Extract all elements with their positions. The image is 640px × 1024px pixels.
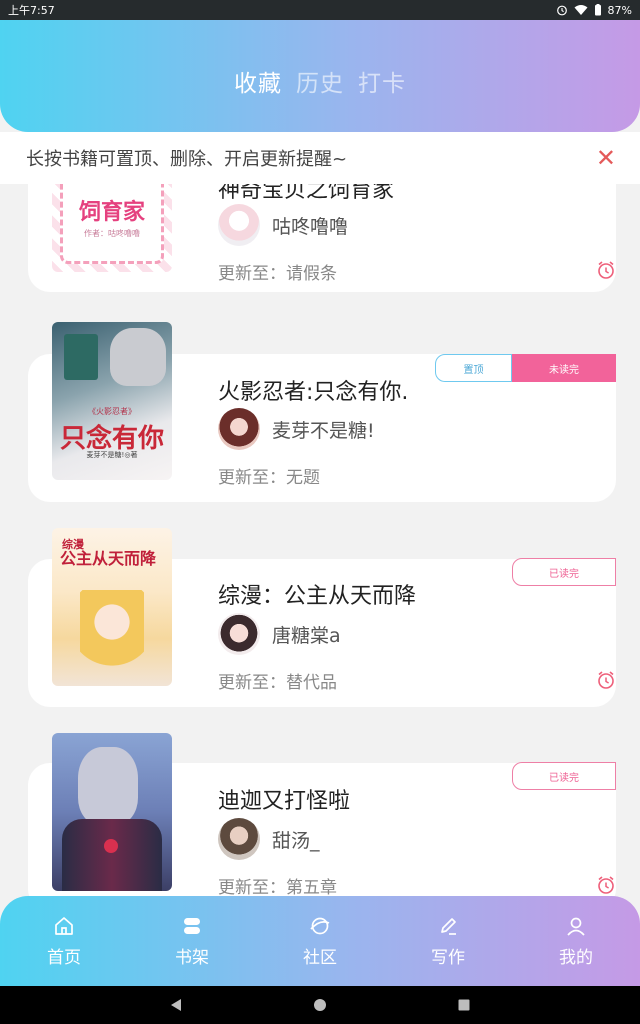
system-nav-bar xyxy=(0,986,640,1024)
tab-checkin[interactable]: 打卡 xyxy=(358,64,406,98)
update-label: 更新至： xyxy=(218,468,286,488)
nav-label: 写作 xyxy=(431,947,465,968)
pinned-badge: 置顶 xyxy=(435,354,512,382)
book-title[interactable]: 迪迦又打怪啦 xyxy=(218,783,350,815)
cover-series: 《火影忍者》 xyxy=(88,407,136,416)
tab-history[interactable]: 历史 xyxy=(296,64,344,98)
bookshelf-list[interactable]: 饲育家 作者：咕咚噜噜 神奇宝贝之饲育家 咕咚噜噜 更新至：请假条 《火影忍者》… xyxy=(0,184,640,896)
author-row: 麦芽不是糖! xyxy=(218,408,375,450)
book-cover[interactable]: 综漫 公主从天而降 xyxy=(52,528,172,686)
top-header: 收藏 历史 打卡 xyxy=(0,20,640,132)
author-avatar xyxy=(218,204,260,246)
book-cover[interactable]: 《火影忍者》 只念有你 麦芽不是糖!◎著 xyxy=(52,322,172,480)
read-badge: 已读完 xyxy=(512,558,616,586)
status-bar: 上午7:57 87% xyxy=(0,0,640,20)
book-title[interactable]: 综漫：公主从天而降 xyxy=(218,578,416,610)
tab-favorites[interactable]: 收藏 xyxy=(234,64,282,98)
battery-icon xyxy=(594,4,601,16)
status-icons: 87% xyxy=(556,4,632,17)
author-avatar xyxy=(218,818,260,860)
update-chapter: 无题 xyxy=(286,468,320,488)
tip-banner: 长按书籍可置顶、删除、开启更新提醒~ ✕ xyxy=(0,132,640,184)
book-cover[interactable]: 饲育家 作者：咕咚噜噜 xyxy=(52,184,172,272)
cover-author: 麦芽不是糖!◎著 xyxy=(86,451,138,459)
back-icon[interactable] xyxy=(169,998,183,1012)
tab-bar: 收藏 历史 打卡 xyxy=(0,64,640,98)
nav-bookshelf[interactable]: 书架 xyxy=(142,915,242,968)
nav-write[interactable]: 写作 xyxy=(398,915,498,968)
read-badge: 已读完 xyxy=(512,762,616,790)
author-name: 甜汤_ xyxy=(272,829,320,852)
update-info: 更新至：请假条 xyxy=(218,259,337,284)
user-icon xyxy=(567,917,585,936)
update-info: 更新至：第五章 xyxy=(218,873,337,896)
author-row: 咕咚噜噜 xyxy=(218,204,348,246)
author-row: 唐糖棠a xyxy=(218,613,341,655)
book-title[interactable]: 火影忍者:只念有你. xyxy=(218,374,408,406)
nav-label: 我的 xyxy=(559,947,593,968)
battery-percent: 87% xyxy=(607,3,632,17)
reminder-clock-icon[interactable] xyxy=(596,260,616,280)
status-time: 上午7:57 xyxy=(8,4,55,17)
wifi-icon xyxy=(574,5,588,15)
author-name: 咕咚噜噜 xyxy=(272,215,349,238)
update-info: 更新至：无题 xyxy=(218,463,320,488)
reminder-clock-icon[interactable] xyxy=(596,670,616,690)
nav-label: 社区 xyxy=(303,947,337,968)
unread-badge: 未读完 xyxy=(512,354,616,382)
update-info: 更新至：替代品 xyxy=(218,668,337,693)
cover-title: 饲育家 xyxy=(78,200,145,225)
book-cover[interactable] xyxy=(52,733,172,891)
bottom-nav: 首页 书架 社区 写作 我的 xyxy=(0,896,640,986)
nav-label: 首页 xyxy=(47,947,81,968)
update-chapter: 第五章 xyxy=(286,878,337,896)
book-title[interactable]: 神奇宝贝之饲育家 xyxy=(218,184,394,204)
nav-community[interactable]: 社区 xyxy=(270,915,370,968)
author-avatar xyxy=(218,613,260,655)
nav-home[interactable]: 首页 xyxy=(14,915,114,968)
author-avatar xyxy=(218,408,260,450)
cover-subtitle: 作者：咕咚噜噜 xyxy=(84,229,140,238)
home-button-icon[interactable] xyxy=(313,998,327,1012)
home-icon xyxy=(55,916,73,935)
update-label: 更新至： xyxy=(218,878,286,896)
close-icon[interactable]: ✕ xyxy=(596,144,616,172)
reminder-clock-icon[interactable] xyxy=(596,875,616,895)
bookshelf-icon xyxy=(184,917,200,934)
cover-title: 公主从天而降 xyxy=(60,549,157,568)
badge-group: 置顶 未读完 xyxy=(435,354,616,382)
author-name: 麦芽不是糖! xyxy=(272,419,375,442)
nav-label: 书架 xyxy=(175,947,209,968)
pen-icon xyxy=(441,917,456,935)
recents-icon[interactable] xyxy=(457,998,471,1012)
author-row: 甜汤_ xyxy=(218,818,320,860)
nav-profile[interactable]: 我的 xyxy=(526,915,626,968)
update-chapter: 请假条 xyxy=(286,264,337,284)
author-name: 唐糖棠a xyxy=(272,624,341,647)
update-label: 更新至： xyxy=(218,264,286,284)
alarm-icon xyxy=(556,5,567,16)
tip-text: 长按书籍可置顶、删除、开启更新提醒~ xyxy=(26,149,348,170)
community-icon xyxy=(310,917,330,934)
update-chapter: 替代品 xyxy=(286,673,337,693)
update-label: 更新至： xyxy=(218,673,286,693)
